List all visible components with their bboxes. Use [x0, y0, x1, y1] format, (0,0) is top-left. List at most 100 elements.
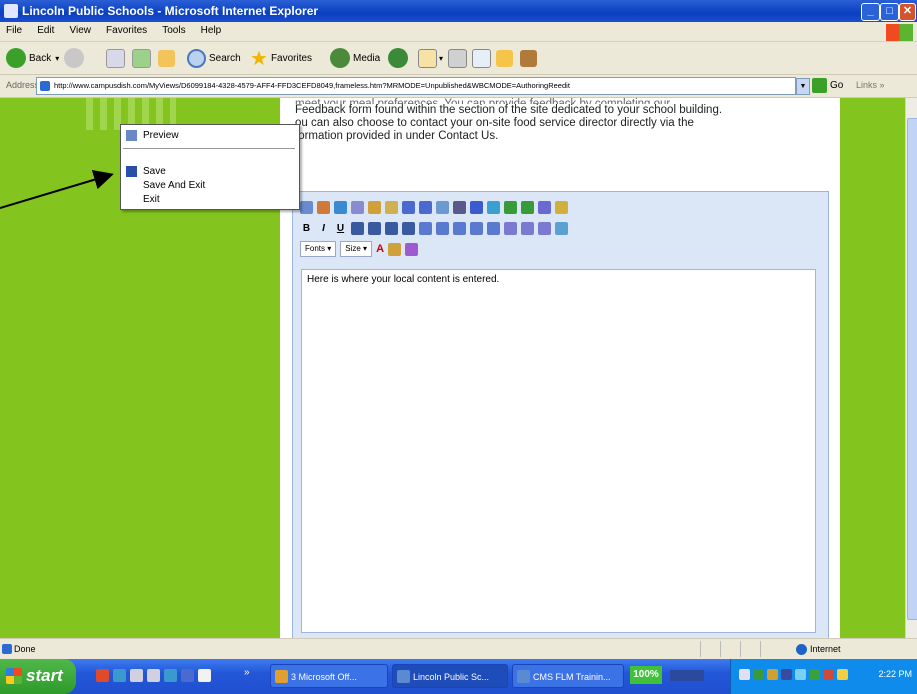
tray-icon[interactable]: [809, 669, 820, 680]
tray-icon[interactable]: [823, 669, 834, 680]
menu-help[interactable]: Help: [195, 22, 228, 36]
vertical-scrollbar[interactable]: [905, 98, 917, 638]
spellcheck-icon[interactable]: [334, 200, 347, 214]
menu-item-exit[interactable]: Exit: [143, 194, 160, 205]
italic-icon[interactable]: I: [317, 223, 330, 234]
quicklaunch-icon[interactable]: [96, 669, 109, 682]
paragraph-line: formation provided in under Contact Us.: [295, 130, 499, 142]
quicklaunch-icon[interactable]: [164, 669, 177, 682]
align-right-icon[interactable]: [385, 221, 398, 235]
font-select[interactable]: Fonts ▾: [300, 241, 337, 257]
print-icon[interactable]: [300, 200, 313, 214]
tray-icon[interactable]: [767, 669, 778, 680]
menu-item-preview[interactable]: Preview: [143, 130, 179, 141]
bullet-list-icon[interactable]: [436, 221, 449, 235]
image-icon[interactable]: [436, 200, 449, 214]
paragraph-icon[interactable]: [555, 221, 568, 235]
special-char-icon[interactable]: [538, 200, 551, 214]
menu-view[interactable]: View: [63, 22, 97, 36]
tray-icon[interactable]: [837, 669, 848, 680]
folder-button[interactable]: [496, 47, 513, 69]
mail-button[interactable]: ▾: [418, 47, 443, 69]
format-icon[interactable]: [538, 221, 551, 235]
menu-file[interactable]: File: [0, 22, 28, 36]
links-button[interactable]: Links »: [856, 80, 885, 90]
zoom-indicator[interactable]: 100%: [630, 666, 662, 684]
copy-icon[interactable]: [368, 200, 381, 214]
tray-icon[interactable]: [781, 669, 792, 680]
clean-icon[interactable]: [555, 200, 568, 214]
tray-icon[interactable]: [739, 669, 750, 680]
menu-tools[interactable]: Tools: [156, 22, 191, 36]
menu-favorites[interactable]: Favorites: [100, 22, 153, 36]
style-icon[interactable]: [405, 242, 419, 256]
redo-icon[interactable]: [419, 200, 432, 214]
subscript-icon[interactable]: [521, 221, 534, 235]
research-button[interactable]: [520, 47, 537, 69]
forward-button[interactable]: [64, 47, 87, 69]
start-button[interactable]: start: [0, 659, 76, 694]
edit-page-icon: [472, 48, 491, 68]
tray-icon[interactable]: [753, 669, 764, 680]
address-url: http://www.campusdish.com/MyViews/D60991…: [54, 81, 570, 90]
quicklaunch-icon[interactable]: [130, 669, 143, 682]
link-icon[interactable]: [470, 200, 483, 214]
justify-icon[interactable]: [402, 221, 415, 235]
font-color-icon[interactable]: A: [376, 243, 384, 255]
table-icon[interactable]: [453, 200, 466, 214]
scrollbar-thumb[interactable]: [907, 118, 917, 620]
undo-icon[interactable]: [402, 200, 415, 214]
cut-icon[interactable]: [351, 200, 364, 214]
menu-item-save[interactable]: Save: [143, 166, 166, 177]
horizontal-rule-icon[interactable]: [487, 221, 500, 235]
editor-content-area[interactable]: Here is where your local content is ente…: [301, 269, 816, 633]
search-button[interactable]: Search: [187, 47, 241, 69]
edit-button[interactable]: [472, 47, 491, 69]
back-button[interactable]: Back ▾: [6, 47, 59, 69]
quicklaunch-icon[interactable]: [113, 669, 126, 682]
underline-icon[interactable]: U: [334, 223, 347, 234]
replace-icon[interactable]: [521, 200, 534, 214]
bold-icon[interactable]: B: [300, 223, 313, 234]
address-dropdown-button[interactable]: ▼: [796, 78, 810, 95]
minimize-button[interactable]: _: [861, 3, 880, 21]
quicklaunch-icon[interactable]: [181, 669, 194, 682]
menu-edit[interactable]: Edit: [31, 22, 60, 36]
superscript-icon[interactable]: [504, 221, 517, 235]
favorites-button[interactable]: ★ Favorites: [250, 47, 312, 70]
align-center-icon[interactable]: [368, 221, 381, 235]
anchor-icon[interactable]: [487, 200, 500, 214]
numbered-list-icon[interactable]: [419, 221, 432, 235]
refresh-button[interactable]: [132, 47, 151, 69]
address-input[interactable]: http://www.campusdish.com/MyViews/D60991…: [36, 77, 796, 95]
indent-icon[interactable]: [470, 221, 483, 235]
media-button[interactable]: Media: [330, 47, 380, 69]
menu-item-save-and-exit[interactable]: Save And Exit: [143, 180, 205, 191]
maximize-button[interactable]: □: [880, 3, 899, 21]
highlight-color-icon[interactable]: [388, 242, 402, 256]
home-button[interactable]: [158, 47, 175, 69]
print-button[interactable]: [448, 47, 467, 69]
clock: 2:22 PM: [878, 669, 912, 679]
stop-button[interactable]: [106, 47, 125, 69]
editor-toolbar-row-2: B I U: [300, 219, 568, 237]
history-button[interactable]: [388, 47, 411, 69]
taskbar-button[interactable]: Lincoln Public Sc...: [392, 664, 508, 688]
quicklaunch-icon[interactable]: [198, 669, 211, 682]
align-left-icon[interactable]: [351, 221, 364, 235]
find-icon[interactable]: [504, 200, 517, 214]
size-select[interactable]: Size ▾: [340, 241, 373, 257]
taskbar-button[interactable]: 3 Microsoft Off...: [270, 664, 388, 688]
paste-icon[interactable]: [317, 200, 330, 214]
quicklaunch-expand-icon[interactable]: »: [244, 667, 250, 678]
close-button[interactable]: ✕: [899, 3, 916, 21]
system-tray: 2:22 PM: [730, 659, 917, 694]
outdent-icon[interactable]: [453, 221, 466, 235]
taskbar-button[interactable]: CMS FLM Trainin...: [512, 664, 624, 688]
window-titlebar[interactable]: Lincoln Public Schools - Microsoft Inter…: [0, 0, 917, 22]
go-button[interactable]: Go: [812, 78, 843, 93]
tray-icon[interactable]: [795, 669, 806, 680]
paste-text-icon[interactable]: [385, 200, 398, 214]
quicklaunch-icon[interactable]: [147, 669, 160, 682]
ie-icon: [517, 670, 530, 683]
